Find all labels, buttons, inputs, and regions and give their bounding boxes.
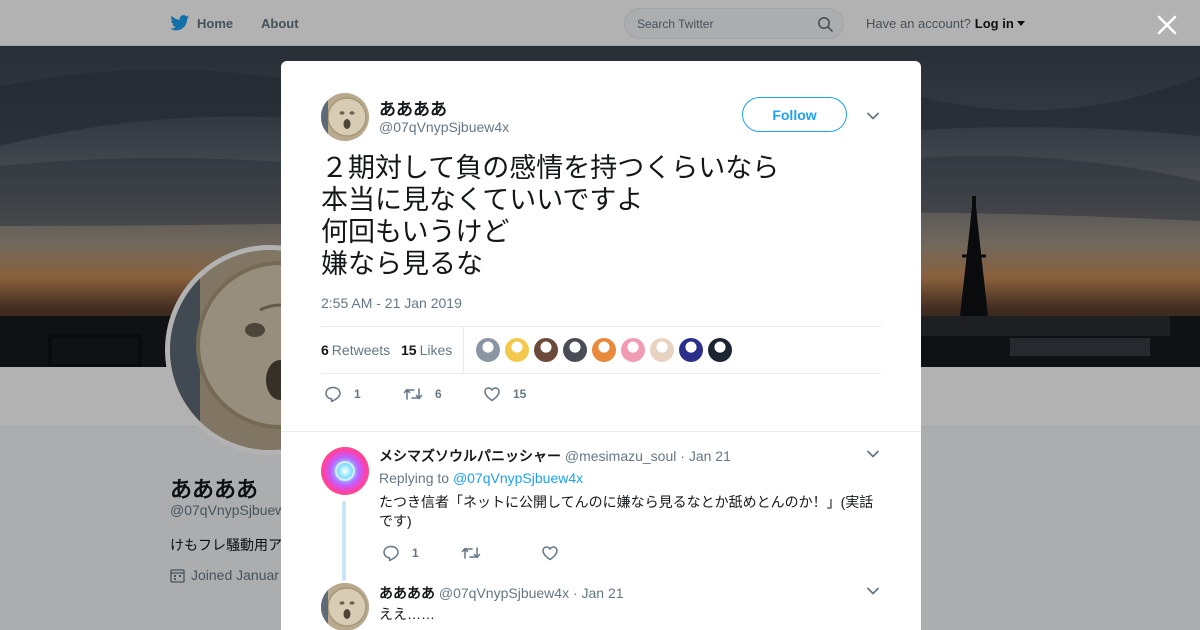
chevron-down-icon[interactable] — [866, 584, 880, 598]
heart-icon — [484, 387, 500, 402]
liker-avatar[interactable] — [592, 338, 616, 362]
author-avatar[interactable] — [321, 93, 369, 141]
reply-avatar-image — [321, 583, 369, 630]
replying-to-link[interactable]: @07qVnypSjbuew4x — [453, 470, 583, 486]
reply-author-name[interactable]: ああああ — [379, 585, 435, 601]
author-handle[interactable]: @07qVnypSjbuew4x — [379, 119, 509, 135]
replying-to-prefix: Replying to — [379, 470, 450, 486]
reply-reply-count: 1 — [412, 546, 419, 560]
liker-avatar[interactable] — [505, 338, 529, 362]
reply-author-handle[interactable]: @07qVnypSjbuew4x — [439, 585, 569, 601]
reply-header: メシマズソウルパニッシャー @mesimazu_soul · Jan 21 — [379, 446, 731, 466]
reply-icon — [325, 386, 341, 403]
likes-count: 15 — [401, 342, 417, 358]
retweets-label: Retweets — [331, 342, 391, 358]
reply-count: 1 — [354, 387, 361, 401]
reply-avatar[interactable] — [321, 583, 369, 630]
reply-text: たつき信者「ネットに公開してんのに嫌なら見るなとか舐めとんのか！」(実話です) — [379, 494, 874, 529]
chevron-down-icon[interactable] — [866, 109, 880, 123]
retweets-count: 6 — [321, 342, 329, 358]
tweet-text-line: 何回もいうけど — [321, 217, 510, 248]
retweet-icon — [403, 388, 423, 400]
reply-author-handle[interactable]: @mesimazu_soul — [565, 448, 676, 464]
reply-date[interactable]: · Jan 21 — [573, 585, 624, 601]
retweet-count: 6 — [435, 387, 442, 401]
reply-avatar-image — [321, 447, 369, 495]
chevron-down-icon[interactable] — [866, 447, 880, 461]
heart-icon — [542, 546, 558, 561]
reply-like-button[interactable] — [541, 544, 571, 562]
tweet-text-line: ２期対して負の感情を持つくらいなら — [321, 153, 780, 184]
tweet-text: ２期対して負の感情を持つくらいなら 本当に見なくていいですよ 何回もいうけど 嫌… — [321, 153, 779, 281]
like-button[interactable]: 15 — [483, 385, 526, 403]
like-count: 15 — [513, 387, 527, 401]
author-name[interactable]: ああああ — [379, 95, 447, 120]
replies-divider — [281, 431, 921, 432]
stats-divider — [463, 327, 464, 373]
reply-date[interactable]: · Jan 21 — [680, 448, 731, 464]
likes-label: Likes — [419, 342, 453, 358]
retweet-icon — [461, 547, 481, 559]
liker-avatars — [476, 338, 737, 362]
tweet-text-line: 本当に見なくていいですよ — [321, 185, 644, 216]
retweets-stat[interactable]: 6 Retweets — [321, 342, 390, 358]
reply-author-name[interactable]: メシマズソウルパニッシャー — [379, 448, 561, 464]
reply-avatar[interactable] — [321, 447, 369, 495]
liker-avatar[interactable] — [708, 338, 732, 362]
tweet-timestamp[interactable]: 2:55 AM - 21 Jan 2019 — [321, 295, 462, 311]
thread-connector-line — [342, 501, 346, 581]
tweet-modal: ああああ @07qVnypSjbuew4x Follow ２期対して負の感情を持… — [281, 61, 921, 630]
likes-stat[interactable]: 15 Likes — [401, 342, 452, 358]
liker-avatar[interactable] — [534, 338, 558, 362]
liker-avatar[interactable] — [679, 338, 703, 362]
reply-reply-button[interactable]: 1 — [382, 544, 419, 562]
close-icon[interactable] — [1155, 13, 1179, 37]
follow-button[interactable]: Follow — [742, 97, 847, 132]
liker-avatar[interactable] — [621, 338, 645, 362]
retweet-button[interactable]: 6 — [403, 385, 442, 403]
reply-icon — [383, 545, 399, 562]
reply-text: ええ…… — [379, 606, 435, 622]
reply-button[interactable]: 1 — [324, 385, 361, 403]
liker-avatar[interactable] — [563, 338, 587, 362]
liker-avatar[interactable] — [650, 338, 674, 362]
reply-header: ああああ @07qVnypSjbuew4x · Jan 21 — [379, 583, 624, 603]
tweet-text-line: 嫌なら見るな — [321, 249, 483, 280]
tweet-stats: 6 Retweets 15 Likes — [321, 326, 881, 374]
replying-to: Replying to @07qVnypSjbuew4x — [379, 470, 583, 486]
author-avatar-image — [321, 93, 369, 141]
liker-avatar[interactable] — [476, 338, 500, 362]
reply-retweet-button[interactable] — [461, 544, 493, 562]
